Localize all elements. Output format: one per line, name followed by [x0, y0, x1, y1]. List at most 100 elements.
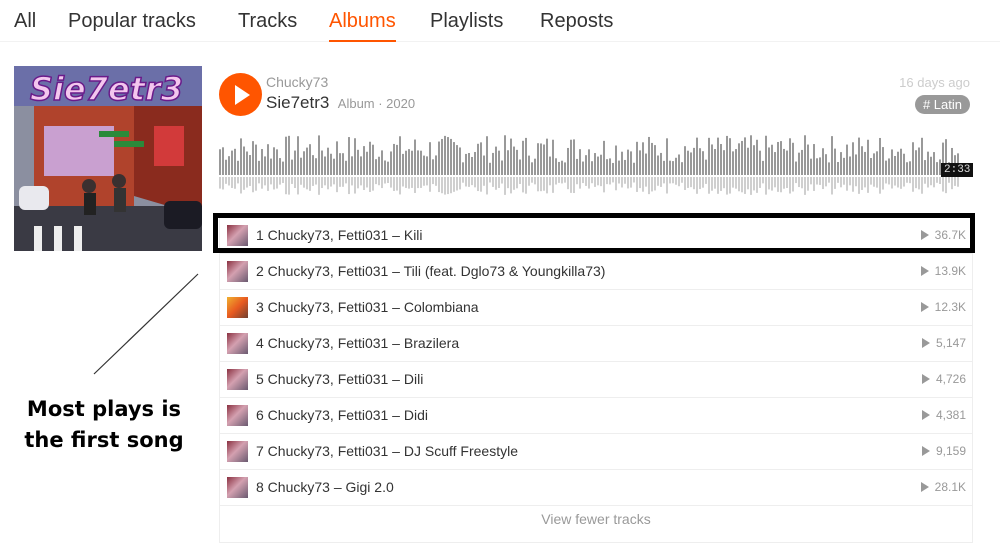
waveform-bar	[918, 147, 920, 175]
waveform-bar-reflection	[927, 177, 929, 188]
tab-popular-tracks[interactable]: Popular tracks	[68, 8, 196, 40]
waveform-bar-reflection	[525, 177, 527, 194]
waveform-bar-reflection	[843, 177, 845, 185]
waveform-bar-reflection	[942, 177, 944, 192]
track-row[interactable]: 2 Chucky73, Fetti031 – Tili (feat. Dglo7…	[220, 253, 972, 290]
track-title[interactable]: 2 Chucky73, Fetti031 – Tili (feat. Dglo7…	[256, 263, 605, 279]
waveform-bar	[804, 135, 806, 175]
waveform-bar	[762, 160, 764, 175]
waveform-bar	[591, 161, 593, 175]
track-title[interactable]: 6 Chucky73, Fetti031 – Didi	[256, 407, 428, 423]
waveform-bar-reflection	[741, 177, 743, 193]
genre-tag[interactable]: # Latin	[914, 95, 970, 114]
waveform-bar-reflection	[576, 177, 578, 185]
waveform-bar	[492, 152, 494, 175]
track-title[interactable]: 1 Chucky73, Fetti031 – Kili	[256, 227, 423, 243]
waveform-bar	[414, 139, 416, 175]
waveform-bar	[498, 150, 500, 175]
track-row[interactable]: 4 Chucky73, Fetti031 – Brazilera 5,147	[220, 325, 972, 362]
waveform-bar	[699, 148, 701, 175]
waveform-bar	[333, 158, 335, 175]
waveform-bar	[354, 138, 356, 175]
waveform-bar-reflection	[615, 177, 617, 191]
track-row[interactable]: 3 Chucky73, Fetti031 – Colombiana 12.3K	[220, 289, 972, 326]
waveform-bar	[564, 162, 566, 175]
annotation-pointer-line	[93, 273, 199, 375]
waveform-bar-reflection	[429, 177, 431, 192]
track-title[interactable]: 3 Chucky73, Fetti031 – Colombiana	[256, 299, 479, 315]
track-row[interactable]: 5 Chucky73, Fetti031 – Dili 4,726	[220, 361, 972, 398]
waveform-bar-reflection	[543, 177, 545, 191]
track-thumbnail	[227, 333, 248, 354]
waveform-bar	[684, 146, 686, 175]
waveform-bar-reflection	[720, 177, 722, 191]
tab-all[interactable]: All	[14, 8, 36, 40]
waveform-bar-reflection	[954, 177, 956, 186]
waveform-bar-reflection	[423, 177, 425, 186]
play-button[interactable]	[219, 73, 262, 116]
annotation-text: Most plays is the first song	[14, 394, 194, 456]
track-list: 1 Chucky73, Fetti031 – Kili 36.7K 2 Chuc…	[219, 216, 973, 543]
waveform-bar-reflection	[666, 177, 668, 194]
tab-reposts[interactable]: Reposts	[540, 8, 613, 40]
waveform-bar-reflection	[957, 177, 959, 187]
play-count-icon	[921, 338, 930, 348]
waveform-bar	[810, 158, 812, 175]
waveform-bar-reflection	[426, 177, 428, 186]
waveform-bar	[579, 149, 581, 175]
waveform-bar-reflection	[315, 177, 317, 185]
waveform-bar	[519, 159, 521, 175]
waveform-bar-reflection	[690, 177, 692, 188]
track-row[interactable]: 7 Chucky73, Fetti031 – DJ Scuff Freestyl…	[220, 433, 972, 470]
waveform-bar-reflection	[630, 177, 632, 188]
waveform-bar	[612, 162, 614, 175]
waveform-bar-reflection	[753, 177, 755, 191]
waveform-bar	[468, 152, 470, 175]
waveform-bar-reflection	[384, 177, 386, 184]
waveform-bar	[645, 153, 647, 175]
annotation-line-2: the first song	[24, 428, 184, 452]
waveform[interactable]	[219, 128, 971, 198]
play-count: 4,381	[921, 408, 966, 422]
waveform-bar-reflection	[438, 177, 440, 193]
waveform-bar-reflection	[918, 177, 920, 190]
waveform-bar	[783, 148, 785, 175]
waveform-bar-reflection	[252, 177, 254, 193]
album-artist[interactable]: Chucky73	[266, 74, 328, 90]
tab-albums[interactable]: Albums	[329, 8, 396, 42]
waveform-bar-reflection	[864, 177, 866, 188]
track-title[interactable]: 4 Chucky73, Fetti031 – Brazilera	[256, 335, 459, 351]
play-icon	[235, 85, 250, 105]
waveform-bar-reflection	[291, 177, 293, 184]
play-count: 12.3K	[920, 300, 966, 314]
waveform-bar-reflection	[912, 177, 914, 192]
track-row[interactable]: 1 Chucky73, Fetti031 – Kili 36.7K	[220, 217, 972, 254]
tab-tracks[interactable]: Tracks	[238, 8, 297, 40]
waveform-bar	[849, 156, 851, 175]
track-title[interactable]: 7 Chucky73, Fetti031 – DJ Scuff Freestyl…	[256, 443, 518, 459]
waveform-bar	[285, 136, 287, 175]
waveform-bar	[648, 136, 650, 175]
waveform-bar-reflection	[876, 177, 878, 188]
track-row[interactable]: 8 Chucky73 – Gigi 2.0 28.1K	[220, 469, 972, 506]
waveform-bar	[279, 158, 281, 175]
waveform-bar	[720, 144, 722, 175]
waveform-bar	[246, 151, 248, 175]
waveform-bar	[234, 148, 236, 175]
waveform-bar	[348, 137, 350, 175]
waveform-bar	[747, 147, 749, 175]
waveform-bar-reflection	[474, 177, 476, 188]
waveform-bar-reflection	[498, 177, 500, 188]
album-title[interactable]: Sie7etr3	[266, 93, 329, 112]
waveform-bar-reflection	[270, 177, 272, 185]
waveform-bar	[330, 153, 332, 175]
waveform-bar	[891, 149, 893, 175]
track-title[interactable]: 5 Chucky73, Fetti031 – Dili	[256, 371, 423, 387]
waveform-bar-reflection	[705, 177, 707, 184]
tab-playlists[interactable]: Playlists	[430, 8, 503, 40]
track-row[interactable]: 6 Chucky73, Fetti031 – Didi 4,381	[220, 397, 972, 434]
album-artwork[interactable]: Sie7etr3	[14, 66, 202, 251]
track-title[interactable]: 8 Chucky73 – Gigi 2.0	[256, 479, 394, 495]
view-fewer-tracks-link[interactable]: View fewer tracks	[220, 511, 972, 527]
waveform-bar	[312, 155, 314, 175]
